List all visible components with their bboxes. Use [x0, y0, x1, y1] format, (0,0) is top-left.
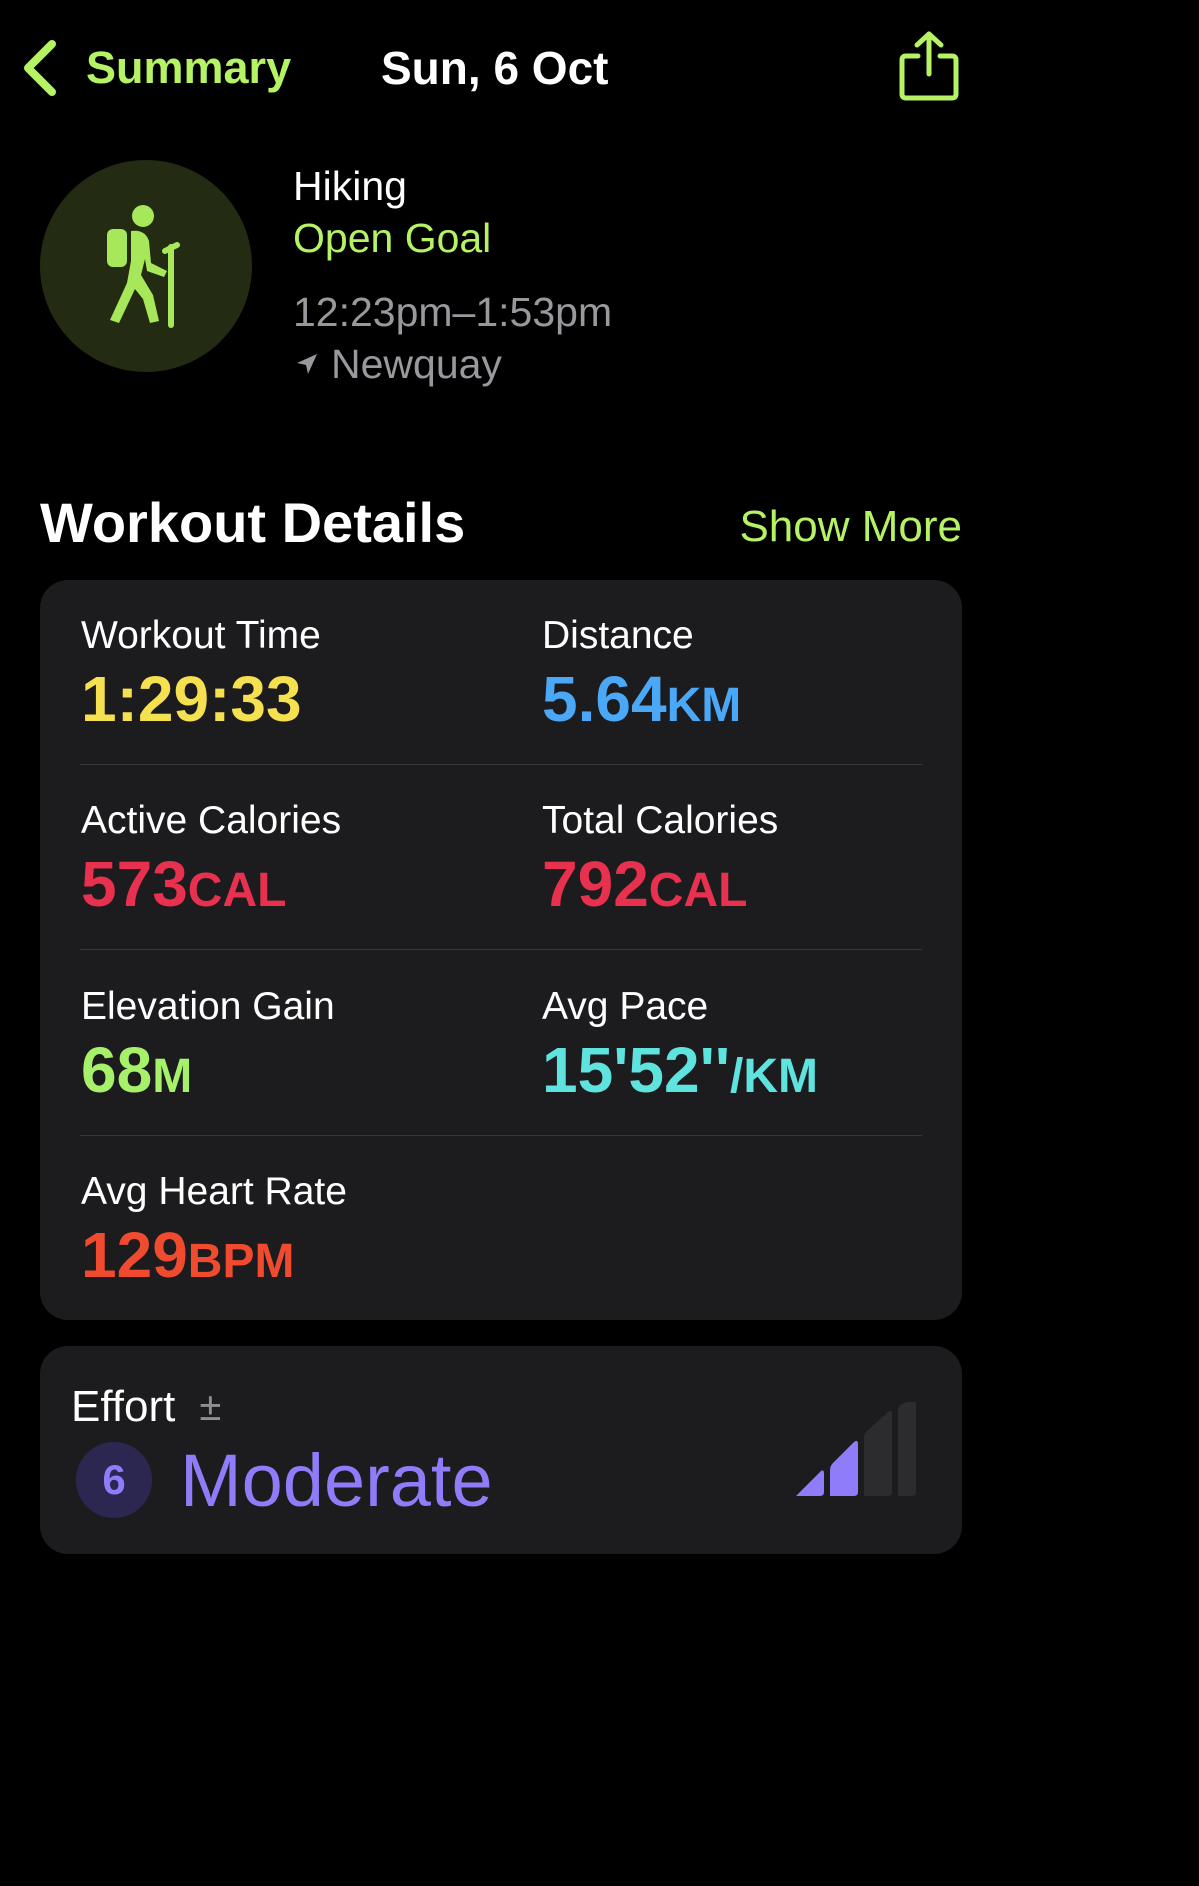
metric-value: 792CAL — [542, 848, 748, 920]
goal-type: Open Goal — [293, 215, 492, 261]
effort-label-row: Effort ± — [71, 1380, 221, 1434]
effort-bars-icon — [792, 1399, 922, 1507]
effort-level: Moderate — [180, 1439, 493, 1522]
metric-avg-heart-rate: Avg Heart Rate 129BPM — [81, 1168, 347, 1299]
metric-label: Total Calories — [542, 799, 779, 842]
metric-distance: Distance 5.64KM — [542, 612, 741, 743]
workout-details-header: Workout Details Show More — [40, 488, 962, 558]
back-button[interactable]: Summary — [20, 38, 291, 98]
navigation-bar: Summary Sun, 6 Oct — [0, 0, 997, 140]
activity-icon-badge — [40, 160, 252, 372]
workout-details-card: Workout Time 1:29:33 Distance 5.64KM Act… — [40, 580, 962, 1320]
effort-label: Effort — [71, 1382, 176, 1431]
metric-workout-time: Workout Time 1:29:33 — [81, 612, 321, 743]
metric-label: Avg Heart Rate — [81, 1170, 347, 1213]
metric-elevation-gain: Elevation Gain 68M — [81, 983, 335, 1114]
divider — [80, 949, 922, 950]
effort-bar-3 — [864, 1410, 892, 1496]
metric-value: 15'52''/KM — [542, 1034, 819, 1106]
metric-avg-pace: Avg Pace 15'52''/KM — [542, 983, 818, 1114]
metric-label: Active Calories — [81, 799, 342, 842]
share-button[interactable] — [898, 30, 960, 102]
location-name: Newquay — [331, 341, 502, 387]
activity-name: Hiking — [293, 163, 407, 209]
divider — [80, 1135, 922, 1136]
metric-label: Workout Time — [81, 614, 321, 657]
metric-label: Avg Pace — [542, 985, 709, 1028]
location-arrow-icon — [297, 354, 317, 374]
metric-active-calories: Active Calories 573CAL — [81, 797, 341, 928]
metric-label: Distance — [542, 614, 694, 657]
effort-bar-1 — [796, 1470, 824, 1496]
adjust-effort-icon[interactable]: ± — [199, 1380, 221, 1434]
effort-card[interactable]: Effort ± 6 Moderate — [40, 1346, 962, 1554]
hiking-figure-icon — [107, 205, 180, 328]
metric-value: 68M — [81, 1034, 193, 1106]
effort-bar-2 — [830, 1440, 858, 1496]
divider — [80, 764, 922, 765]
metric-value: 1:29:33 — [81, 663, 302, 735]
effort-bar-4 — [898, 1399, 916, 1496]
show-more-button[interactable]: Show More — [739, 500, 962, 554]
workout-summary: Hiking Open Goal 12:23pm–1:53pm Newquay — [293, 160, 612, 390]
page-title: Sun, 6 Oct — [381, 42, 609, 94]
metric-value: 5.64KM — [542, 663, 742, 735]
metric-value: 573CAL — [81, 848, 287, 920]
metric-total-calories: Total Calories 792CAL — [542, 797, 778, 928]
share-icon — [899, 31, 959, 101]
section-title: Workout Details — [40, 491, 466, 554]
metric-label: Elevation Gain — [81, 985, 335, 1028]
back-label: Summary — [86, 42, 292, 93]
location-row: Newquay — [293, 338, 612, 390]
metric-value: 129BPM — [81, 1219, 295, 1291]
chevron-left-icon — [24, 40, 56, 96]
time-range: 12:23pm–1:53pm — [293, 289, 613, 335]
effort-score-badge: 6 — [76, 1442, 152, 1518]
